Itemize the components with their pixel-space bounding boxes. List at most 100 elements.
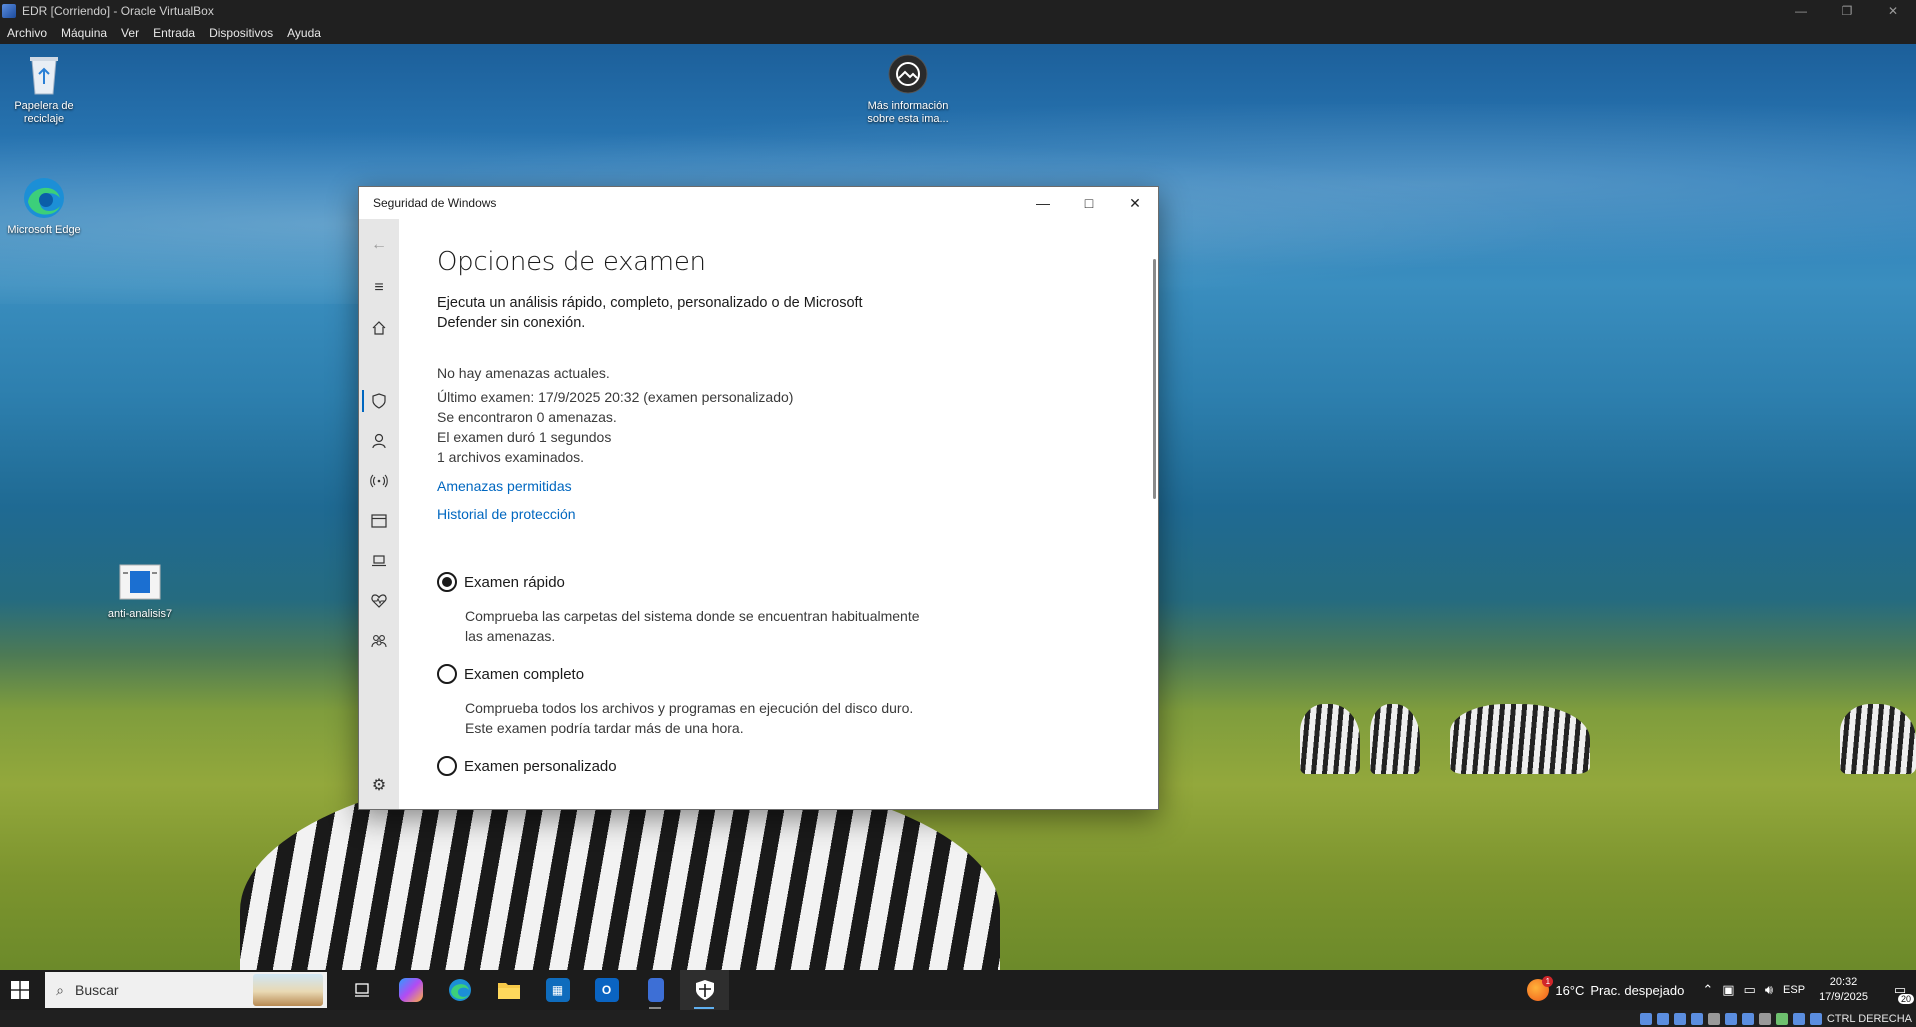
full-scan-label: Examen completo [464, 665, 585, 683]
menu-maquina[interactable]: Máquina [61, 26, 107, 40]
taskbar-copilot[interactable] [386, 970, 435, 1010]
recycle-bin-label: Papelera de reciclaje [14, 100, 74, 125]
minimize-button[interactable]: — [1020, 187, 1066, 219]
shield-icon[interactable] [359, 385, 399, 417]
wallpaper-zebra [1370, 704, 1420, 774]
host-key-label: CTRL DERECHA [1826, 1012, 1912, 1025]
back-arrow-icon[interactable]: ← [359, 229, 399, 261]
account-person-icon[interactable] [359, 425, 399, 457]
custom-scan-option: Examen personalizado [437, 756, 1158, 776]
desktop-icon-image-info[interactable]: Más información sobre esta ima... [864, 52, 952, 126]
page-title: Opciones de examen [437, 247, 706, 277]
document-app-icon [647, 978, 664, 1002]
chevron-up-icon[interactable]: ⌃ [1702, 982, 1713, 998]
custom-scan-radio[interactable] [437, 756, 457, 776]
usb-icon[interactable] [1707, 1012, 1720, 1025]
weather-condition: Prac. despejado [1590, 982, 1685, 998]
desktop-icon-edge[interactable]: Microsoft Edge [0, 176, 88, 237]
keyboard-icon[interactable] [1809, 1012, 1822, 1025]
wallpaper-zebra [1840, 704, 1916, 774]
weather-sun-icon: 1 [1527, 976, 1554, 1001]
full-scan-description: Comprueba todos los archivos y programas… [465, 700, 914, 736]
maximize-button[interactable]: □ [1066, 187, 1112, 219]
host-close-button[interactable]: ✕ [1870, 0, 1916, 22]
scan-status: No hay amenazas actuales. Último examen:… [437, 363, 1158, 467]
home-icon[interactable] [359, 312, 399, 344]
task-view-button[interactable] [337, 970, 386, 1010]
status-last-scan: Último examen: 17/9/2025 20:32 (examen p… [437, 389, 794, 405]
menu-archivo[interactable]: Archivo [7, 26, 47, 40]
optical-drive-icon[interactable] [1656, 1012, 1669, 1025]
taskbar-outlook[interactable]: O [582, 970, 631, 1010]
protection-history-link[interactable]: Historial de protección [437, 506, 1158, 522]
host-maximize-button[interactable]: ❐ [1824, 0, 1870, 22]
scan-options-page: Opciones de examen Ejecuta un análisis r… [399, 219, 1158, 809]
display-icon[interactable] [1741, 1012, 1754, 1025]
device-laptop-icon[interactable] [359, 545, 399, 577]
taskbar-store[interactable]: ▦ [533, 970, 582, 1010]
close-button[interactable]: ✕ [1112, 187, 1158, 219]
shared-folders-icon[interactable] [1724, 1012, 1737, 1025]
custom-scan-radio-row[interactable]: Examen personalizado [437, 756, 1158, 776]
network-antenna-icon[interactable] [359, 465, 399, 497]
weather-badge: 1 [1542, 976, 1554, 987]
status-no-threats: No hay amenazas actuales. [437, 365, 610, 381]
vertical-scrollbar[interactable] [1153, 259, 1156, 499]
window-titlebar[interactable]: Seguridad de Windows — □ ✕ [359, 187, 1158, 219]
family-options-icon[interactable] [359, 625, 399, 657]
clock-date: 17/9/2025 [1819, 991, 1868, 1003]
quick-scan-radio-row[interactable]: Examen rápido [437, 572, 1158, 592]
quick-scan-radio[interactable] [437, 572, 457, 592]
wallpaper-zebra [1450, 704, 1590, 774]
network-icon[interactable]: ▭ [1744, 982, 1756, 998]
clock[interactable]: 20:32 17/9/2025 [1819, 975, 1868, 1005]
host-minimize-button[interactable]: — [1778, 0, 1824, 22]
folder-icon [497, 983, 520, 999]
taskbar-notepad-app[interactable] [631, 970, 680, 1010]
volume-icon[interactable]: 🔊︎ [1765, 982, 1773, 998]
desktop-icon-recycle-bin[interactable]: Papelera de reciclaje [0, 52, 88, 126]
virtualbox-titlebar: EDR [Corriendo] - Oracle VirtualBox — ❐ … [0, 0, 1916, 22]
window-title: Seguridad de Windows [373, 196, 497, 210]
outlook-icon: O [594, 978, 619, 1002]
desktop-icon-file[interactable]: anti-analisis7 [96, 560, 184, 621]
health-heart-icon[interactable] [359, 585, 399, 617]
taskbar-edge[interactable] [435, 970, 484, 1010]
quick-scan-label: Examen rápido [464, 573, 565, 591]
edge-icon [448, 979, 471, 1001]
language-indicator[interactable]: ESP [1783, 984, 1805, 996]
cpu-icon[interactable] [1775, 1012, 1788, 1025]
meet-now-icon[interactable]: ▣ [1722, 982, 1734, 998]
taskbar-apps: ▦ O [337, 970, 729, 1010]
full-scan-radio-row[interactable]: Examen completo [437, 664, 1158, 684]
settings-gear-icon[interactable]: ⚙ [359, 769, 399, 801]
menu-dispositivos[interactable]: Dispositivos [209, 26, 273, 40]
document-icon [118, 560, 162, 604]
storage-icon[interactable] [1639, 1012, 1652, 1025]
allowed-threats-link[interactable]: Amenazas permitidas [437, 478, 1158, 494]
mouse-integration-icon[interactable] [1792, 1012, 1805, 1025]
hamburger-menu-icon[interactable]: ≡ [359, 272, 399, 304]
network-adapter-icon[interactable] [1690, 1012, 1703, 1025]
file-label: anti-analisis7 [107, 608, 173, 620]
quick-scan-description: Comprueba las carpetas del sistema donde… [465, 608, 920, 644]
audio-icon[interactable] [1673, 1012, 1686, 1025]
full-scan-radio[interactable] [437, 664, 457, 684]
taskbar-file-explorer[interactable] [484, 970, 533, 1010]
menu-entrada[interactable]: Entrada [153, 26, 195, 40]
recording-icon[interactable] [1758, 1012, 1771, 1025]
menu-ayuda[interactable]: Ayuda [287, 26, 321, 40]
search-highlight-image [253, 974, 323, 1006]
notification-center-button[interactable]: ▭ 20 [1884, 970, 1916, 1010]
menu-ver[interactable]: Ver [121, 26, 139, 40]
taskbar-windows-security[interactable] [680, 970, 729, 1010]
start-button[interactable] [0, 970, 40, 1010]
quick-scan-option: Examen rápido Comprueba las carpetas del… [437, 572, 1158, 646]
task-view-icon [354, 983, 369, 997]
taskbar-search-box[interactable]: ⌕ Buscar [45, 972, 327, 1008]
weather-widget[interactable]: 1 16°C Prac. despejado [1527, 976, 1685, 1001]
copilot-icon [398, 978, 423, 1002]
app-browser-icon[interactable] [359, 505, 399, 537]
virtualbox-title: EDR [Corriendo] - Oracle VirtualBox [22, 4, 214, 18]
full-scan-option: Examen completo Comprueba todos los arch… [437, 664, 1158, 738]
